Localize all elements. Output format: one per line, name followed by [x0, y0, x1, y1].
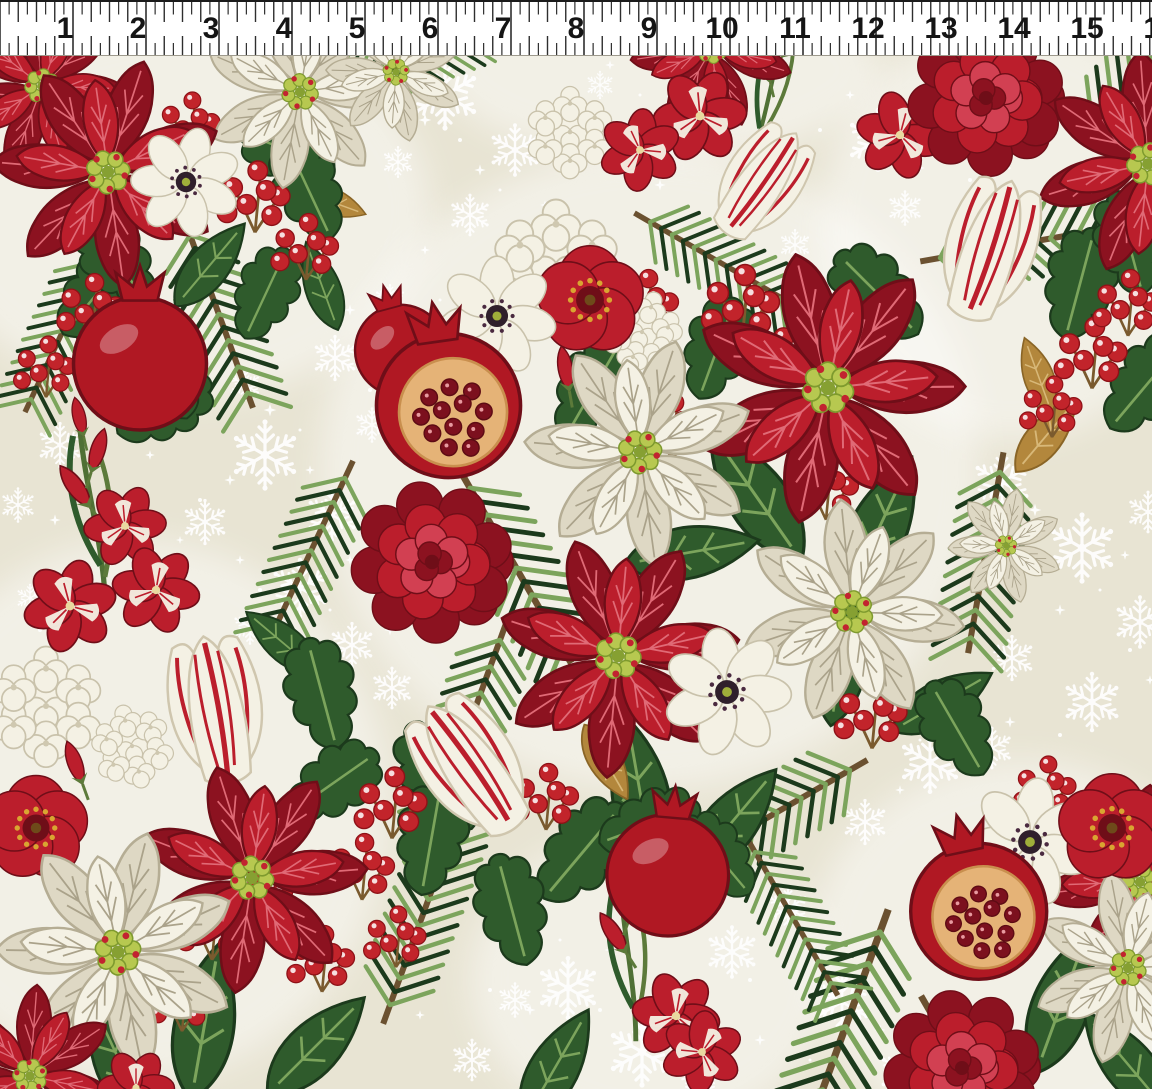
ruler-inch-label: 14: [997, 12, 1031, 45]
snow-dot: [809, 1059, 812, 1062]
ruler-inch-label: 15: [1070, 12, 1103, 45]
ruler-inch-label: 2: [130, 12, 147, 45]
ruler-inch-label: 1: [57, 12, 74, 45]
snow-dot: [1058, 733, 1062, 737]
floral-fabric-pattern: [0, 0, 1152, 1089]
ruler-inch-label: 5: [349, 12, 366, 45]
snow-dot: [458, 138, 462, 142]
snow-dot: [1128, 648, 1132, 652]
snow-dot: [198, 498, 202, 502]
ruler-inch-label: 12: [851, 12, 884, 45]
ruler-inch-label: 7: [495, 12, 512, 45]
snow-dot: [919, 739, 922, 742]
ruler-inch-label: 16: [1143, 12, 1152, 45]
ruler-inch-label: 3: [203, 12, 220, 45]
snow-dot: [329, 609, 332, 612]
fabric-swatch-image: 12345678910111213141516: [0, 0, 1152, 1089]
snow-dot: [299, 429, 302, 432]
ruler-inch-label: 9: [641, 12, 658, 45]
ruler-inch-label: 13: [924, 12, 957, 45]
measuring-tape-ruler: 12345678910111213141516: [0, 0, 1152, 55]
ruler-inch-label: 11: [779, 12, 811, 45]
ruler-inch-label: 4: [276, 12, 293, 45]
ruler-inch-label: 6: [422, 12, 439, 45]
ruler-inch-label: 8: [568, 12, 585, 45]
snow-dot: [1099, 589, 1102, 592]
ruler-inch-label: 10: [705, 12, 738, 45]
